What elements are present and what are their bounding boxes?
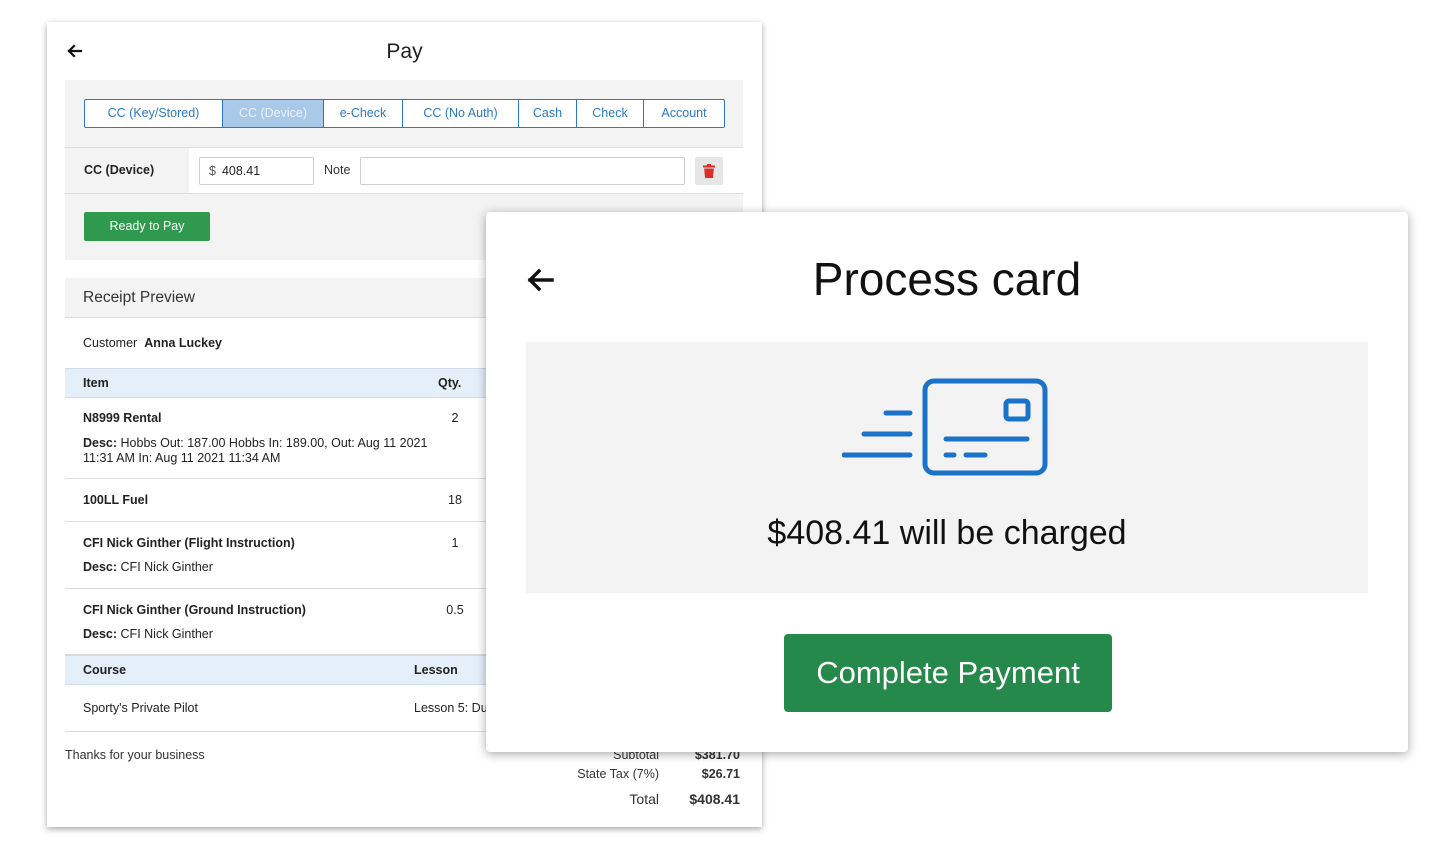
item-desc: Desc: Hobbs Out: 187.00 Hobbs In: 189.00… — [83, 436, 453, 466]
tax-value: $26.71 — [701, 767, 740, 781]
process-card-dialog: Process card $408.41 will be charged Com… — [486, 212, 1408, 752]
payment-line: CC (Device) $408.41 Note — [65, 147, 743, 194]
page-title: Pay — [386, 40, 423, 63]
tab-cash[interactable]: Cash — [519, 100, 577, 127]
tax-label: State Tax (7%) — [577, 767, 659, 781]
tab-cc-key-stored[interactable]: CC (Key/Stored) — [85, 100, 223, 127]
amount-field[interactable]: $408.41 — [199, 157, 314, 185]
tab-cc-no-auth[interactable]: CC (No Auth) — [403, 100, 519, 127]
total-row: Total $408.41 — [577, 784, 740, 814]
desc-text: Hobbs Out: 187.00 Hobbs In: 189.00, Out:… — [83, 436, 428, 465]
item-name: CFI Nick Ginther (Flight Instruction) — [83, 536, 295, 550]
charge-panel: $408.41 will be charged — [526, 342, 1368, 593]
thanks-message: Thanks for your business — [65, 748, 205, 762]
item-name: N8999 Rental — [83, 411, 162, 425]
item-name: CFI Nick Ginther (Ground Instruction) — [83, 603, 306, 617]
complete-payment-button[interactable]: Complete Payment — [784, 634, 1112, 712]
item-desc: Desc: CFI Nick Ginther — [83, 560, 453, 575]
desc-text: CFI Nick Ginther — [120, 560, 213, 574]
customer-label: Customer — [83, 336, 138, 350]
credit-card-icon — [841, 376, 1052, 476]
ready-to-pay-button[interactable]: Ready to Pay — [84, 212, 210, 241]
lesson-name: Lesson 5: Du — [414, 701, 488, 715]
currency-symbol: $ — [209, 164, 216, 178]
note-field[interactable] — [360, 157, 685, 185]
column-item: Item — [83, 376, 109, 390]
item-qty: 2 — [451, 411, 459, 425]
customer-name: Anna Luckey — [144, 336, 222, 350]
course-name: Sporty's Private Pilot — [83, 701, 198, 715]
payment-method-label: CC (Device) — [84, 163, 155, 177]
amount-value: 408.41 — [221, 164, 261, 178]
total-label: Total — [629, 791, 659, 807]
item-qty: 18 — [448, 493, 462, 507]
payment-line-fields: $408.41 Note — [189, 148, 743, 193]
column-course: Course — [83, 663, 127, 677]
charge-amount-text: $408.41 will be charged — [767, 514, 1127, 552]
total-value: $408.41 — [689, 791, 740, 807]
tab-e-check[interactable]: e-Check — [324, 100, 403, 127]
item-desc: Desc: CFI Nick Ginther — [83, 627, 453, 642]
desc-text: CFI Nick Ginther — [120, 627, 213, 641]
note-label: Note — [324, 163, 351, 177]
tab-account[interactable]: Account — [644, 100, 724, 127]
tab-cc-device[interactable]: CC (Device) — [223, 100, 324, 127]
totals: Subtotal $381.70 State Tax (7%) $26.71 Tot… — [577, 746, 740, 814]
payment-method-tabs: CC (Key/Stored) CC (Device) e-Check CC (… — [84, 99, 725, 128]
desc-label: Desc: — [83, 627, 118, 641]
desc-label: Desc: — [83, 436, 118, 450]
item-qty: 0.5 — [446, 603, 464, 617]
item-qty: 1 — [451, 536, 459, 550]
tab-check[interactable]: Check — [577, 100, 644, 127]
dialog-title: Process card — [812, 253, 1082, 305]
trash-icon — [703, 164, 715, 178]
delete-payment-button[interactable] — [695, 157, 723, 185]
tax-row: State Tax (7%) $26.71 — [577, 765, 740, 784]
column-lesson: Lesson — [414, 663, 458, 677]
column-qty: Qty. — [438, 376, 462, 390]
item-name: 100LL Fuel — [83, 493, 149, 507]
desc-label: Desc: — [83, 560, 118, 574]
